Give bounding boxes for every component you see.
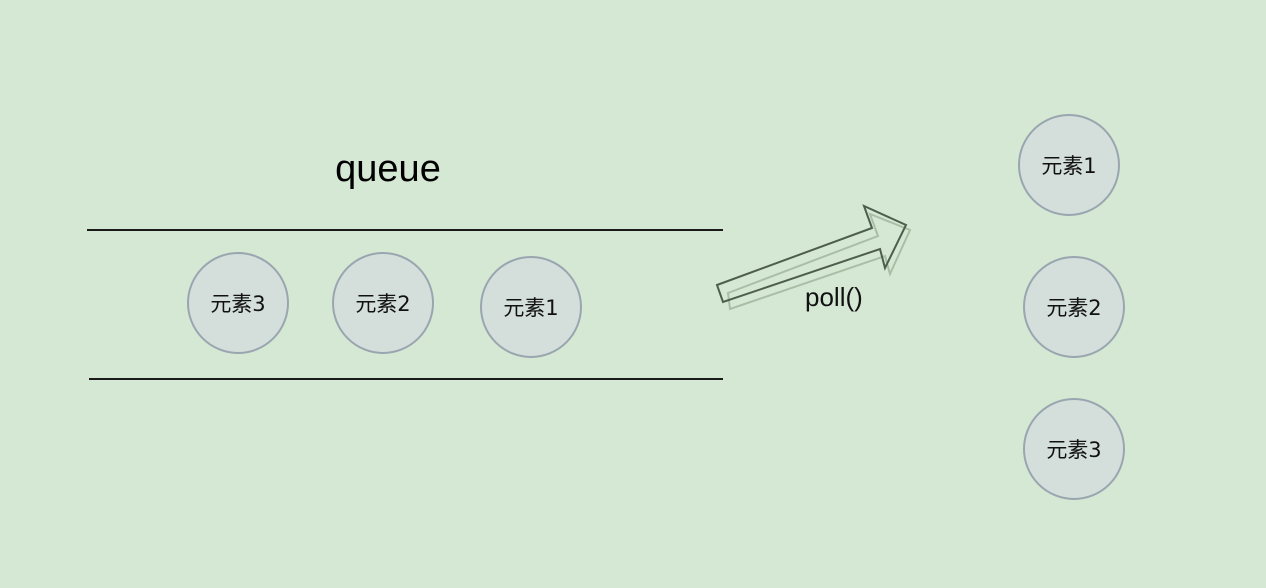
output-element-3: 元素3 xyxy=(1023,398,1125,500)
output-element-1: 元素1 xyxy=(1018,114,1120,216)
poll-label: poll() xyxy=(805,282,863,312)
output-element-2: 元素2 xyxy=(1023,256,1125,358)
diagram-canvas: queue 元素3 元素2 元素1 poll() 元素1 元素2 元素3 xyxy=(0,0,1266,588)
